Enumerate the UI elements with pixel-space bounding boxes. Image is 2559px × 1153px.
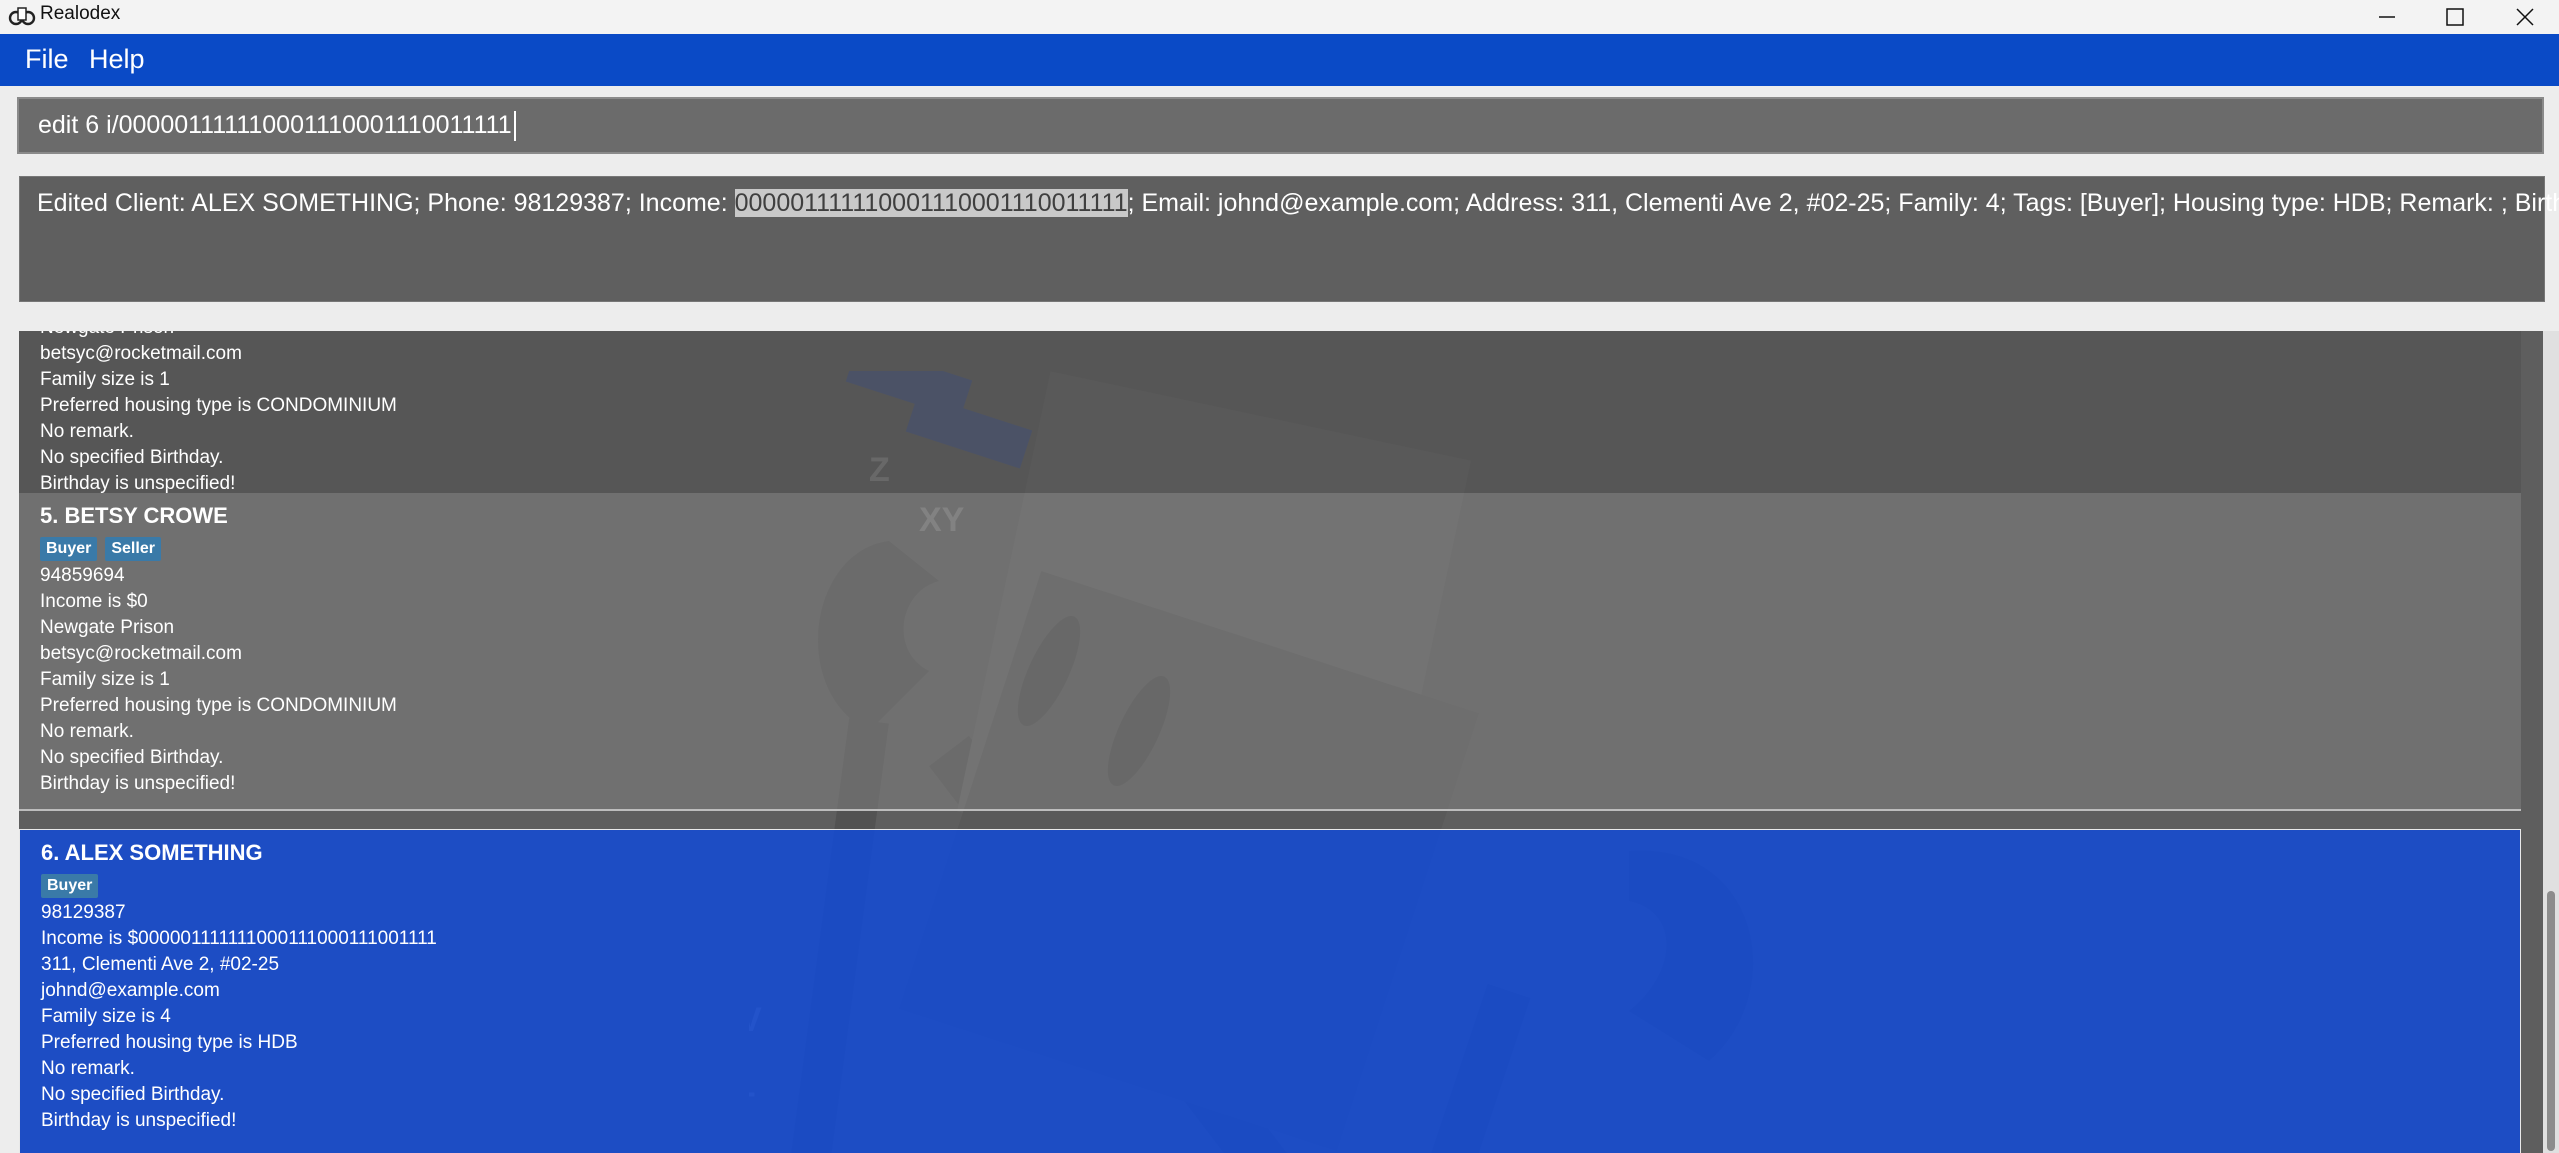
- client-phone: 94859694: [40, 565, 125, 586]
- scrollbar-thumb[interactable]: [2547, 891, 2555, 1151]
- text-caret: [513, 111, 516, 142]
- client-tags: Buyer: [41, 874, 2520, 900]
- client-name: 6. ALEX SOMETHING: [41, 840, 263, 865]
- command-input[interactable]: edit 6 i/00000111111000111000111001111​1: [17, 97, 2544, 154]
- client-housing-type: Preferred housing type is CONDOMINIUM: [40, 695, 397, 716]
- app-icon: [8, 7, 36, 26]
- client-phone: 98129387: [41, 902, 126, 923]
- close-button[interactable]: [2490, 0, 2559, 34]
- client-birthday-status: Birthday is unspecified!: [40, 773, 236, 794]
- client-name: 5. BETSY CROWE: [40, 503, 228, 528]
- client-list[interactable]: Z XY W U V S T Q Newgate Prison betsyc@r…: [19, 331, 2543, 1153]
- command-input-value: edit 6 i/00000111111000111000111001111​1: [38, 111, 512, 139]
- result-display[interactable]: Edited Client: ALEX SOMETHING; Phone: 98…: [19, 176, 2559, 302]
- tag-badge: Buyer: [41, 874, 99, 898]
- client-remark: No remark.: [40, 421, 134, 442]
- client-email: betsyc@rocketmail.com: [40, 343, 242, 364]
- tag-badge: Seller: [105, 537, 161, 561]
- client-family-size: Family size is 1: [40, 669, 170, 690]
- list-scrollbar[interactable]: [2543, 331, 2559, 1153]
- result-selected-text: 000001111110001110001110011111: [734, 189, 1128, 217]
- client-housing-type: Preferred housing type is CONDOMINIUM: [40, 395, 397, 416]
- command-input-text-wrap: edit 6 i/00000111111000111000111001111​1: [38, 111, 516, 142]
- client-housing-type: Preferred housing type is HDB: [41, 1032, 298, 1053]
- maximize-icon: [2446, 8, 2464, 26]
- client-remark: No remark.: [41, 1058, 135, 1079]
- client-address: Newgate Prison: [40, 617, 175, 638]
- client-card-selected[interactable]: 6. ALEX SOMETHING Buyer 98129387 Income …: [19, 829, 2521, 1153]
- menu-file[interactable]: File: [25, 44, 69, 75]
- result-text: Edited Client: ALEX SOMETHING; Phone: 98…: [37, 189, 2559, 218]
- title-bar: Realodex: [0, 0, 2559, 34]
- close-icon: [2516, 8, 2534, 26]
- client-card[interactable]: 5. BETSY CROWE Buyer Seller 94859694 Inco…: [19, 493, 2521, 811]
- minimize-icon: [2379, 16, 2395, 18]
- client-income: Income is $0: [40, 591, 148, 612]
- menu-bar: File Help: [0, 34, 2559, 86]
- client-family-size: Family size is 4: [41, 1006, 171, 1027]
- client-address: Newgate Prison: [40, 331, 2521, 341]
- client-card[interactable]: Newgate Prison betsyc@rocketmail.com Fam…: [19, 331, 2521, 494]
- maximize-button[interactable]: [2420, 0, 2490, 34]
- client-email: betsyc@rocketmail.com: [40, 643, 242, 664]
- tag-badge: Buyer: [40, 537, 98, 561]
- result-prefix: Edited Client: ALEX SOMETHING; Phone: 98…: [37, 189, 735, 217]
- client-birthday-status: Birthday is unspecified!: [41, 1110, 237, 1131]
- menu-help[interactable]: Help: [89, 44, 145, 75]
- client-income: Income is $00000111111100011100011100111…: [41, 928, 437, 949]
- client-email: johnd@example.com: [41, 980, 220, 1001]
- client-birthday: No specified Birthday.: [41, 1084, 225, 1105]
- client-birthday: No specified Birthday.: [40, 447, 224, 468]
- result-suffix: ; Email: johnd@example.com; Address: 311…: [1127, 189, 2559, 217]
- minimize-button[interactable]: [2352, 0, 2422, 34]
- client-birthday: No specified Birthday.: [40, 747, 224, 768]
- client-address: 311, Clementi Ave 2, #02-25: [41, 954, 280, 975]
- window-title: Realodex: [40, 3, 121, 24]
- client-tags: Buyer Seller: [40, 537, 2521, 563]
- client-remark: No remark.: [40, 721, 134, 742]
- client-family-size: Family size is 1: [40, 369, 170, 390]
